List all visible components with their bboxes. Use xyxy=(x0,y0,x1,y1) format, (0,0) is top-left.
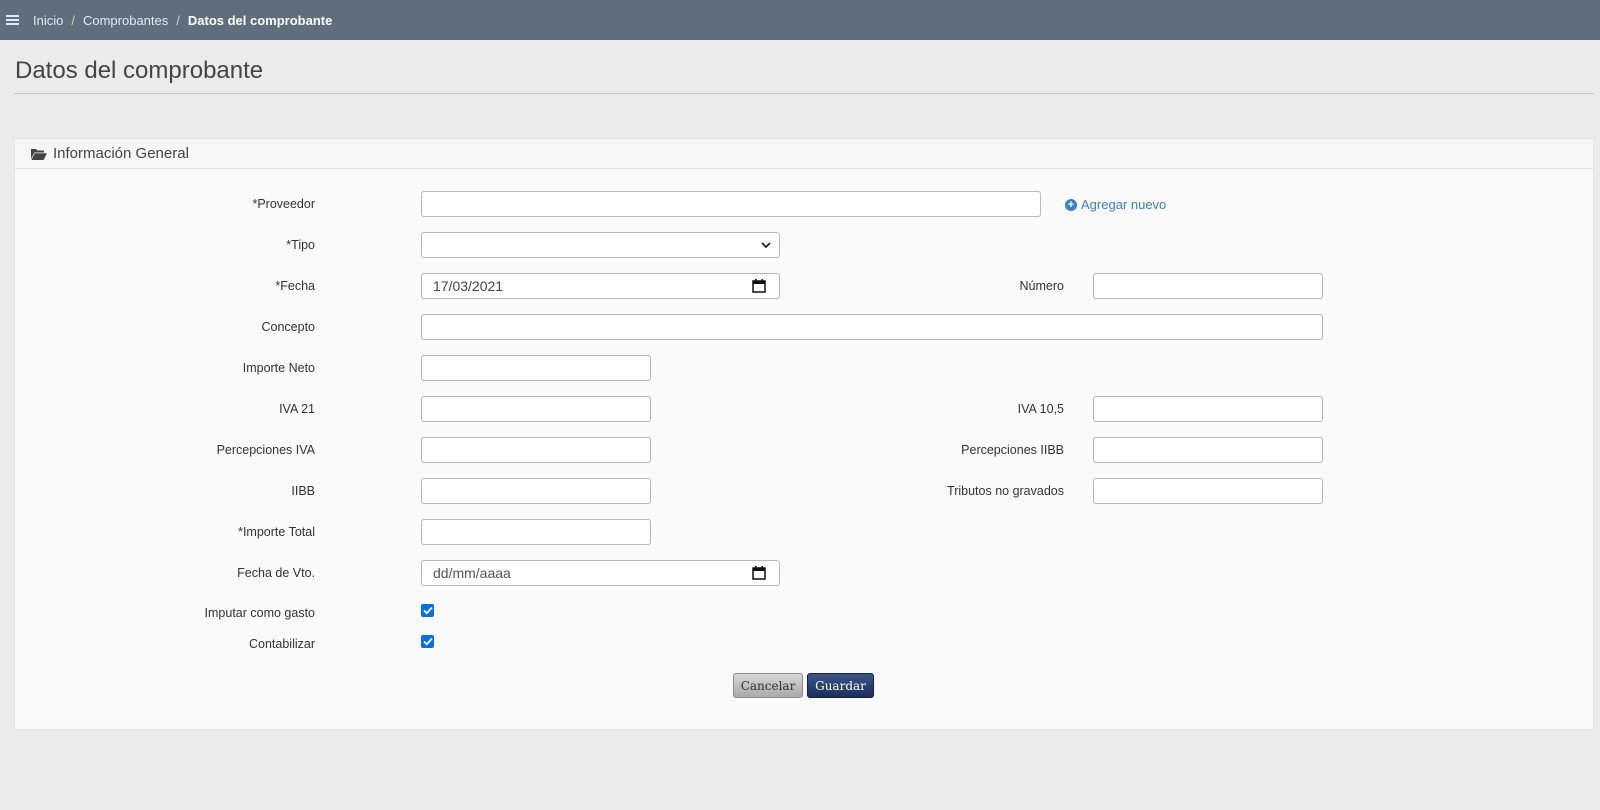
check-icon xyxy=(422,637,433,646)
proveedor-label: *Proveedor xyxy=(252,197,315,211)
panel-header: Información General xyxy=(15,139,1593,169)
iva105-input[interactable] xyxy=(1093,396,1323,422)
importe-total-label: *Importe Total xyxy=(238,525,315,539)
iva21-label: IVA 21 xyxy=(279,402,315,416)
fecha-vto-label: Fecha de Vto. xyxy=(237,566,315,580)
breadcrumb-separator: / xyxy=(176,12,180,28)
tipo-select[interactable] xyxy=(421,232,780,258)
title-divider xyxy=(14,93,1594,94)
panel-title: Información General xyxy=(53,145,189,162)
importe-neto-input[interactable] xyxy=(421,355,651,381)
percepciones-iva-input[interactable] xyxy=(421,437,651,463)
breadcrumb-current: Datos del comprobante xyxy=(187,12,333,28)
fecha-vto-placeholder: dd/mm/aaaa xyxy=(433,565,511,581)
cancel-button[interactable]: Cancelar xyxy=(733,673,803,698)
fecha-input[interactable]: 17/03/2021 xyxy=(421,273,780,299)
concepto-input[interactable] xyxy=(421,314,1323,340)
check-icon xyxy=(422,606,433,615)
tipo-label: *Tipo xyxy=(286,238,315,252)
proveedor-input[interactable] xyxy=(421,191,1041,217)
menu-icon[interactable] xyxy=(6,15,19,25)
calendar-icon[interactable] xyxy=(752,566,766,580)
percepciones-iva-label: Percepciones IVA xyxy=(216,443,315,457)
breadcrumb-inicio[interactable]: Inicio xyxy=(33,13,63,28)
percepciones-iibb-label: Percepciones IIBB xyxy=(961,443,1064,457)
imputar-gasto-label: Imputar como gasto xyxy=(204,606,315,620)
numero-input[interactable] xyxy=(1093,273,1323,299)
percepciones-iibb-input[interactable] xyxy=(1093,437,1323,463)
fecha-label: *Fecha xyxy=(275,279,315,293)
fecha-vto-input[interactable]: dd/mm/aaaa xyxy=(421,560,780,586)
save-button[interactable]: Guardar xyxy=(807,673,874,698)
fecha-value: 17/03/2021 xyxy=(433,278,504,294)
add-new-link[interactable]: + Agregar nuevo xyxy=(1065,197,1166,212)
importe-neto-label: Importe Neto xyxy=(242,361,315,375)
iibb-input[interactable] xyxy=(421,478,651,504)
folder-open-icon xyxy=(31,148,47,160)
iva21-input[interactable] xyxy=(421,396,651,422)
contabilizar-checkbox[interactable] xyxy=(421,635,434,648)
page-title: Datos del comprobante xyxy=(15,57,264,84)
top-bar: Inicio / Comprobantes / Datos del compro… xyxy=(0,0,1600,40)
plus-circle-icon: + xyxy=(1065,198,1077,211)
tributos-label: Tributos no gravados xyxy=(947,484,1064,498)
importe-total-input[interactable] xyxy=(421,519,651,545)
iibb-label: IIBB xyxy=(291,484,315,498)
concepto-label: Concepto xyxy=(261,320,315,334)
add-new-label: Agregar nuevo xyxy=(1081,197,1167,212)
contabilizar-label: Contabilizar xyxy=(248,637,315,651)
breadcrumb-comprobantes[interactable]: Comprobantes xyxy=(83,13,168,28)
breadcrumb-separator: / xyxy=(71,12,75,28)
chevron-down-icon xyxy=(761,242,771,249)
numero-label: Número xyxy=(1019,279,1064,293)
tributos-input[interactable] xyxy=(1093,478,1323,504)
imputar-gasto-checkbox[interactable] xyxy=(421,604,434,617)
iva105-label: IVA 10,5 xyxy=(1017,402,1064,416)
general-info-panel: Información General *Proveedor + Agregar… xyxy=(14,138,1594,730)
